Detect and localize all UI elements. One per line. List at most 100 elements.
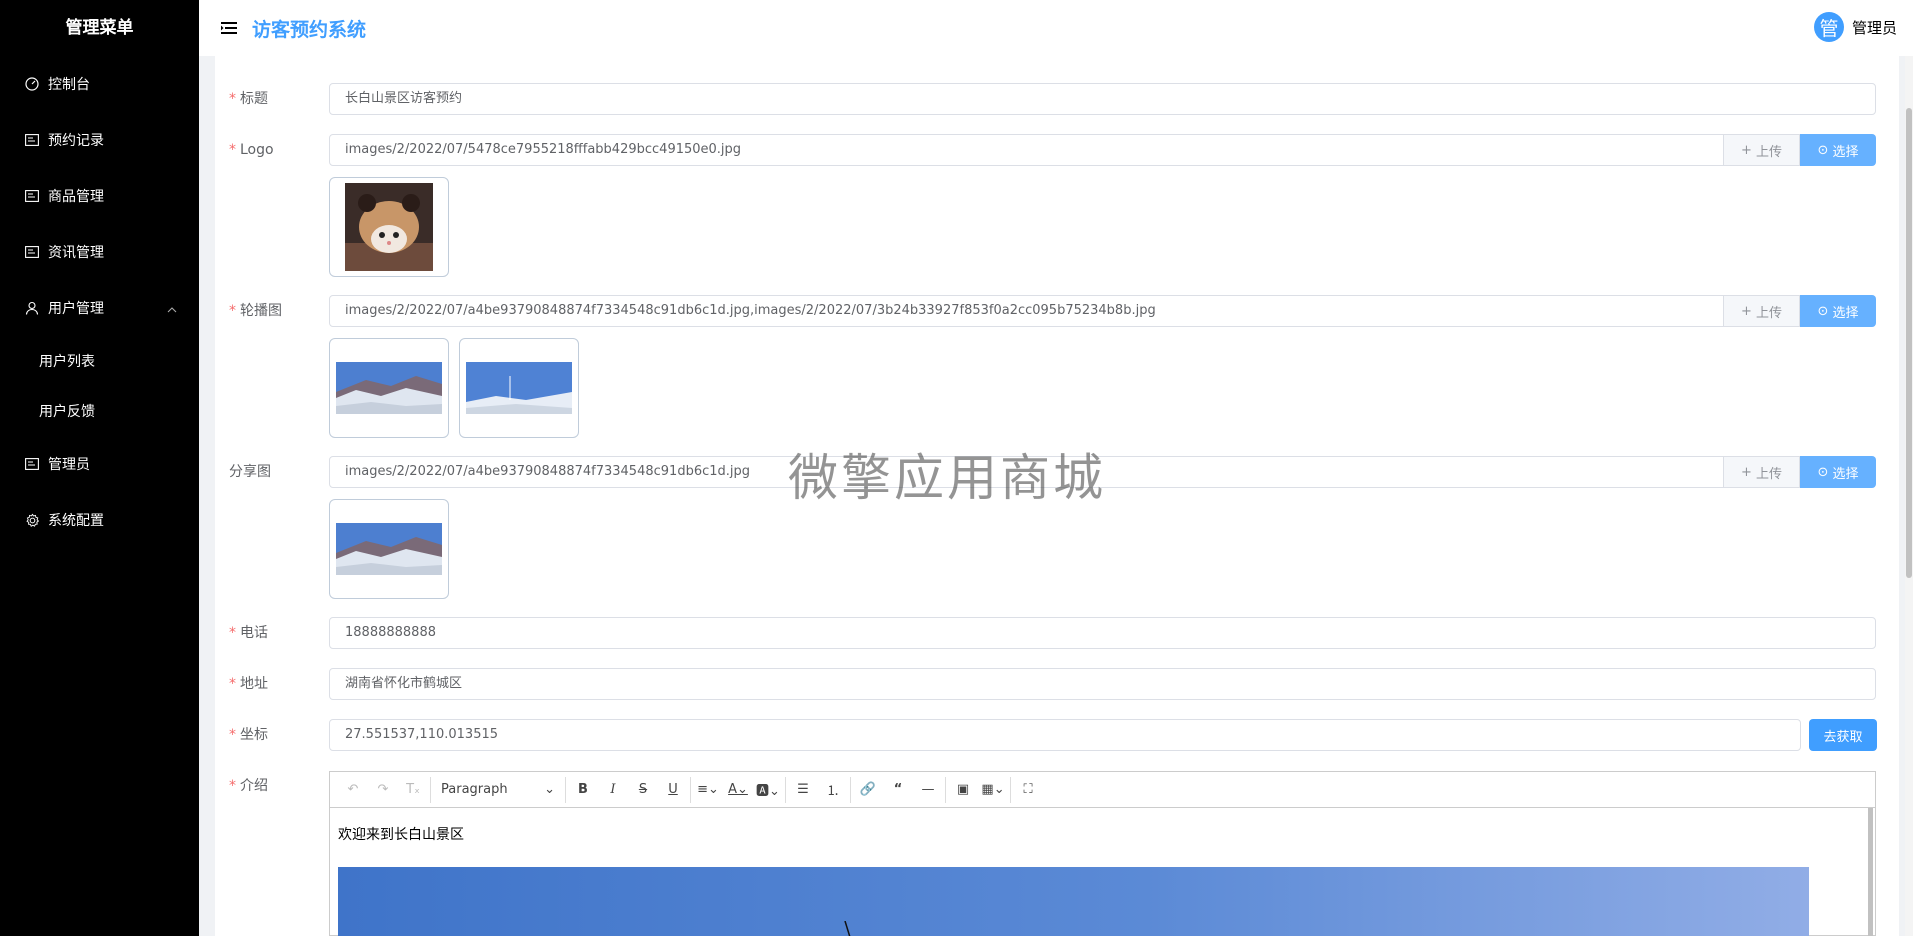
banner-thumbnail-2[interactable] xyxy=(459,338,579,438)
background-color-icon[interactable]: 🅰⌄ xyxy=(753,776,783,804)
sidebar-item-label: 管理员 xyxy=(48,457,90,473)
banner-row: * 轮播图 xyxy=(229,295,329,327)
sidebar-subitem-label: 用户反馈 xyxy=(39,404,95,420)
font-color-icon[interactable]: A⌄ xyxy=(723,776,753,804)
fullscreen-icon[interactable]: ⛶ xyxy=(1013,776,1043,804)
chevron-up-icon xyxy=(167,301,177,317)
numbered-list-icon[interactable]: ⒈ xyxy=(818,776,848,804)
logo-select-button[interactable]: ⊙ 选择 xyxy=(1800,134,1876,166)
sidebar-item-admins[interactable]: 管理员 xyxy=(0,436,199,492)
sidebar-item-label: 预约记录 xyxy=(48,133,104,149)
share-select-button[interactable]: ⊙ 选择 xyxy=(1800,456,1876,488)
wind-turbine-graphic xyxy=(844,921,851,936)
horizontal-rule-icon[interactable]: — xyxy=(913,776,943,804)
editor-paragraph: 欢迎来到长白山景区 xyxy=(338,827,464,843)
gear-icon xyxy=(24,512,40,528)
sidebar-item-products[interactable]: 商品管理 xyxy=(0,168,199,224)
image-icon[interactable]: ▣ xyxy=(948,776,978,804)
bullet-list-icon[interactable]: ☰ xyxy=(788,776,818,804)
logo-row: * Logo xyxy=(229,134,329,166)
dashboard-icon xyxy=(24,76,40,92)
editor-content[interactable]: 欢迎来到长白山景区 xyxy=(330,808,1875,936)
sidebar-item-label: 控制台 xyxy=(48,77,90,93)
doc-icon xyxy=(24,188,40,204)
sidebar-item-users[interactable]: 用户管理 xyxy=(0,280,199,336)
scrollbar-thumb[interactable] xyxy=(1906,108,1912,578)
phone-label: * 电话 xyxy=(229,625,268,641)
intro-label: * 介绍 xyxy=(229,778,268,794)
sidebar-item-label: 资讯管理 xyxy=(48,245,104,261)
strikethrough-icon[interactable]: S xyxy=(628,776,658,804)
address-input[interactable]: 湖南省怀化市鹤城区 xyxy=(329,668,1876,700)
clear-format-icon[interactable]: Tₓ xyxy=(398,776,428,804)
avatar: 管 xyxy=(1813,12,1844,42)
circle-plus-icon: ⊙ xyxy=(1817,303,1829,319)
logo-upload-button[interactable]: + 上传 xyxy=(1723,134,1800,166)
sidebar-item-reservations[interactable]: 预约记录 xyxy=(0,112,199,168)
banner-input[interactable]: images/2/2022/07/a4be93790848874f7334548… xyxy=(329,295,1724,327)
sidebar-item-label: 系统配置 xyxy=(48,513,104,529)
bold-icon[interactable]: B xyxy=(568,776,598,804)
underline-icon[interactable]: U xyxy=(658,776,688,804)
share-image xyxy=(336,523,442,575)
sidebar-item-news[interactable]: 资讯管理 xyxy=(0,224,199,280)
sidebar-subitem-user-feedback[interactable]: 用户反馈 xyxy=(0,386,199,436)
address-row: * 地址 xyxy=(229,668,329,700)
title-label: * 标题 xyxy=(229,91,268,107)
quote-icon[interactable]: “ xyxy=(883,776,913,804)
banner-upload-button[interactable]: + 上传 xyxy=(1723,295,1800,327)
banner-select-button[interactable]: ⊙ 选择 xyxy=(1800,295,1876,327)
table-icon[interactable]: ▦⌄ xyxy=(978,776,1008,804)
phone-input[interactable]: 18888888888 xyxy=(329,617,1876,649)
logo-thumbnail[interactable] xyxy=(329,177,449,277)
undo-icon[interactable]: ↶ xyxy=(338,776,368,804)
sidebar-title: 管理菜单 xyxy=(65,18,134,38)
editor-image xyxy=(338,867,1809,936)
plus-icon: + xyxy=(1741,142,1752,158)
coords-input[interactable]: 27.551537,110.013515 xyxy=(329,719,1801,751)
sidebar-item-settings[interactable]: 系统配置 xyxy=(0,492,199,548)
circle-plus-icon: ⊙ xyxy=(1817,464,1829,480)
title-row: * 标题 xyxy=(229,83,329,115)
share-label: 分享图 xyxy=(229,464,271,480)
plus-icon: + xyxy=(1741,303,1752,319)
link-icon[interactable]: 🔗 xyxy=(853,776,883,804)
redo-icon[interactable]: ↷ xyxy=(368,776,398,804)
share-row: 分享图 xyxy=(229,456,329,488)
banner-label: * 轮播图 xyxy=(229,303,282,319)
phone-row: * 电话 xyxy=(229,617,329,649)
italic-icon[interactable]: I xyxy=(598,776,628,804)
block-format-select[interactable]: Paragraph ⌄ xyxy=(433,776,563,804)
doc-icon xyxy=(24,132,40,148)
logo-label: * Logo xyxy=(229,142,274,158)
share-input[interactable]: images/2/2022/07/a4be93790848874f7334548… xyxy=(329,456,1724,488)
banner-thumbnail-1[interactable] xyxy=(329,338,449,438)
share-upload-button[interactable]: + 上传 xyxy=(1723,456,1800,488)
address-label: * 地址 xyxy=(229,676,268,692)
sidebar-item-dashboard[interactable]: 控制台 xyxy=(0,56,199,112)
sidebar-subitem-label: 用户列表 xyxy=(39,354,95,370)
user-name: 管理员 xyxy=(1851,18,1897,37)
user-icon xyxy=(24,300,40,316)
sidebar-item-label: 商品管理 xyxy=(48,189,104,205)
sidebar-item-label: 用户管理 xyxy=(48,301,104,317)
user-menu[interactable]: 管 管理员 xyxy=(1813,12,1897,42)
menu-toggle-icon[interactable] xyxy=(221,20,239,36)
share-thumbnail[interactable] xyxy=(329,499,449,599)
rich-text-editor[interactable]: ↶ ↷ Tₓ Paragraph ⌄ B I S U ≡⌄ A⌄ 🅰⌄ ☰ ⒈ … xyxy=(329,771,1876,936)
app-title: 访客预约系统 xyxy=(252,18,367,41)
chevron-down-icon: ⌄ xyxy=(544,782,555,797)
plus-icon: + xyxy=(1741,464,1752,480)
get-coords-button[interactable]: 去获取 xyxy=(1809,719,1877,751)
banner-image xyxy=(466,362,572,414)
page-scrollbar[interactable] xyxy=(1905,56,1913,936)
circle-plus-icon: ⊙ xyxy=(1817,142,1829,158)
align-icon[interactable]: ≡⌄ xyxy=(693,776,723,804)
sidebar-subitem-user-list[interactable]: 用户列表 xyxy=(0,336,199,386)
coords-label: * 坐标 xyxy=(229,727,268,743)
logo-input[interactable]: images/2/2022/07/5478ce7955218fffabb429b… xyxy=(329,134,1724,166)
editor-toolbar: ↶ ↷ Tₓ Paragraph ⌄ B I S U ≡⌄ A⌄ 🅰⌄ ☰ ⒈ … xyxy=(330,772,1875,808)
logo-image xyxy=(345,183,433,271)
title-input[interactable]: 长白山景区访客预约 xyxy=(329,83,1876,115)
editor-scrollbar[interactable] xyxy=(1868,808,1873,936)
